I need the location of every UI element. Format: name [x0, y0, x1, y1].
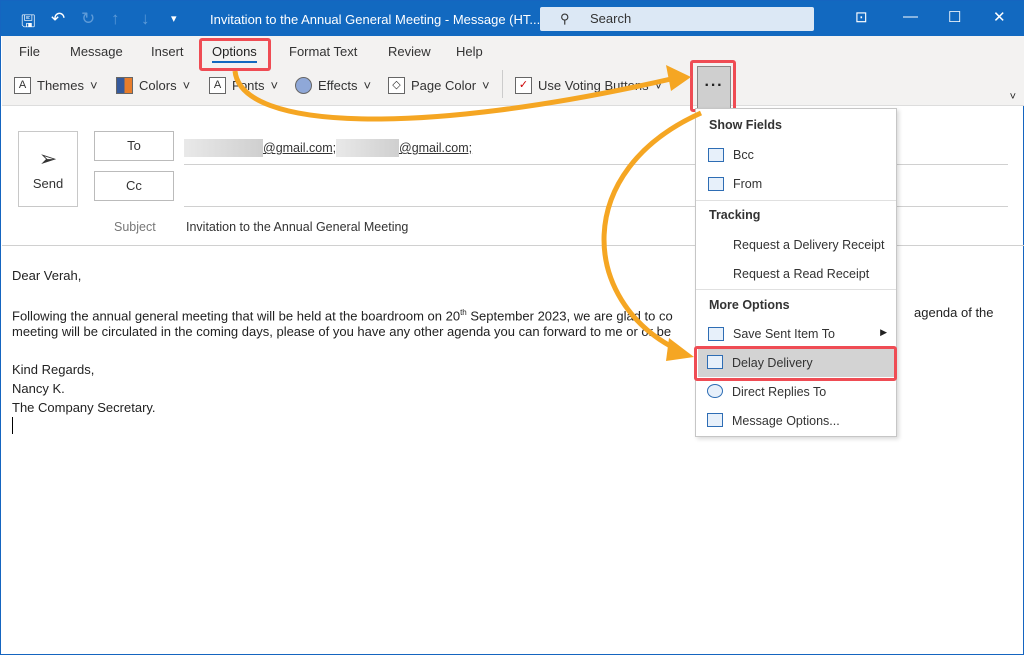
menu-item-from[interactable]: From	[733, 177, 762, 191]
tab-format-text[interactable]: Format Text	[289, 44, 357, 59]
direct-replies-icon	[707, 384, 723, 398]
tab-review[interactable]: Review	[388, 44, 431, 59]
minimize-button[interactable]: —	[903, 8, 918, 25]
voting-icon: ✓	[515, 77, 532, 94]
greeting: Dear Verah,	[12, 268, 82, 283]
redo-icon[interactable]: ↻	[81, 9, 95, 29]
body-line-2: meeting will be circulated in the coming…	[12, 324, 672, 339]
themes-icon: A	[14, 77, 31, 94]
ribbon-display-icon[interactable]: ⊡	[855, 8, 868, 26]
subject-field[interactable]: Invitation to the Annual General Meeting	[186, 220, 408, 234]
bcc-icon	[708, 148, 724, 162]
more-options-header: More Options	[709, 298, 790, 312]
text-cursor	[12, 417, 13, 434]
save-icon[interactable]: 🖫	[21, 9, 35, 38]
themes-label: Themes	[37, 78, 84, 93]
search-placeholder: Search	[590, 11, 632, 26]
tab-file[interactable]: File	[19, 44, 40, 59]
delay-highlight	[694, 346, 897, 381]
redacted-address	[184, 139, 263, 157]
sender-role: The Company Secretary.	[12, 400, 156, 415]
fonts-button[interactable]: A Fonts ˅	[209, 77, 278, 94]
up-arrow-icon[interactable]: ↑	[111, 9, 120, 29]
message-options-icon	[707, 413, 723, 427]
subject-label: Subject	[114, 220, 156, 234]
body-line-1-end: agenda of the	[914, 305, 994, 320]
menu-separator	[696, 200, 896, 201]
menu-item-bcc[interactable]: Bcc	[733, 148, 754, 162]
options-highlight	[199, 38, 271, 71]
to-address-2[interactable]: @gmail.com;	[399, 141, 472, 155]
to-address-1[interactable]: @gmail.com;	[263, 141, 336, 155]
maximize-button[interactable]: ☐	[948, 8, 961, 26]
outlook-message-window: 🖫 ↶ ↻ ↑ ↓ ▾ Invitation to the Annual Gen…	[0, 0, 1024, 655]
down-arrow-icon[interactable]: ↓	[141, 9, 150, 29]
colors-label: Colors	[139, 78, 177, 93]
cc-button[interactable]: Cc	[94, 171, 174, 201]
menu-item-save-sent[interactable]: Save Sent Item To	[733, 327, 835, 341]
fonts-label: Fonts	[232, 78, 265, 93]
search-icon: ⚲	[560, 11, 570, 26]
effects-button[interactable]: Effects ˅	[295, 77, 371, 94]
customize-toolbar-icon[interactable]: ▾	[171, 12, 177, 25]
colors-icon	[116, 77, 133, 94]
tracking-header: Tracking	[709, 208, 761, 222]
menu-separator	[696, 289, 896, 290]
sender-name: Nancy K.	[12, 381, 65, 396]
effects-icon	[295, 77, 312, 94]
voting-label: Use Voting Buttons	[538, 78, 649, 93]
undo-icon[interactable]: ↶	[51, 9, 65, 29]
to-button[interactable]: To	[94, 131, 174, 161]
tab-help[interactable]: Help	[456, 44, 483, 59]
menu-item-direct-replies[interactable]: Direct Replies To	[732, 385, 826, 399]
page-color-icon: ◇	[388, 77, 405, 94]
from-icon	[708, 177, 724, 191]
search-box[interactable]: ⚲ Search	[540, 7, 814, 31]
title-bar: 🖫 ↶ ↻ ↑ ↓ ▾ Invitation to the Annual Gen…	[1, 1, 1024, 36]
page-color-button[interactable]: ◇ Page Color ˅	[388, 77, 490, 94]
menu-item-message-options[interactable]: Message Options...	[732, 414, 840, 428]
save-sent-icon	[708, 327, 724, 341]
arrowhead	[666, 338, 694, 361]
collapse-ribbon-icon[interactable]: ˅	[1010, 91, 1016, 103]
themes-button[interactable]: A Themes ˅	[14, 77, 98, 94]
closing: Kind Regards,	[12, 362, 95, 377]
tab-message[interactable]: Message	[70, 44, 123, 59]
more-highlight	[690, 60, 736, 112]
ribbon-divider	[502, 70, 503, 98]
tab-insert[interactable]: Insert	[151, 44, 184, 59]
page-color-label: Page Color	[411, 78, 477, 93]
send-label: Send	[32, 176, 64, 191]
ribbon: File Message Insert Options Format Text …	[2, 36, 1024, 106]
effects-label: Effects	[318, 78, 358, 93]
redacted-address	[336, 139, 399, 157]
colors-button[interactable]: Colors ˅	[116, 77, 190, 94]
menu-item-delivery-receipt[interactable]: Request a Delivery Receipt	[733, 238, 884, 252]
fonts-icon: A	[209, 77, 226, 94]
show-fields-header: Show Fields	[709, 118, 782, 132]
send-button[interactable]: ➢ Send	[18, 131, 78, 207]
voting-buttons[interactable]: ✓ Use Voting Buttons ˅	[515, 77, 662, 94]
close-button[interactable]: ✕	[993, 8, 1006, 26]
submenu-arrow-icon: ▶	[880, 327, 887, 337]
send-icon: ➢	[38, 146, 58, 171]
window-title: Invitation to the Annual General Meeting…	[210, 12, 541, 27]
menu-item-read-receipt[interactable]: Request a Read Receipt	[733, 267, 869, 281]
